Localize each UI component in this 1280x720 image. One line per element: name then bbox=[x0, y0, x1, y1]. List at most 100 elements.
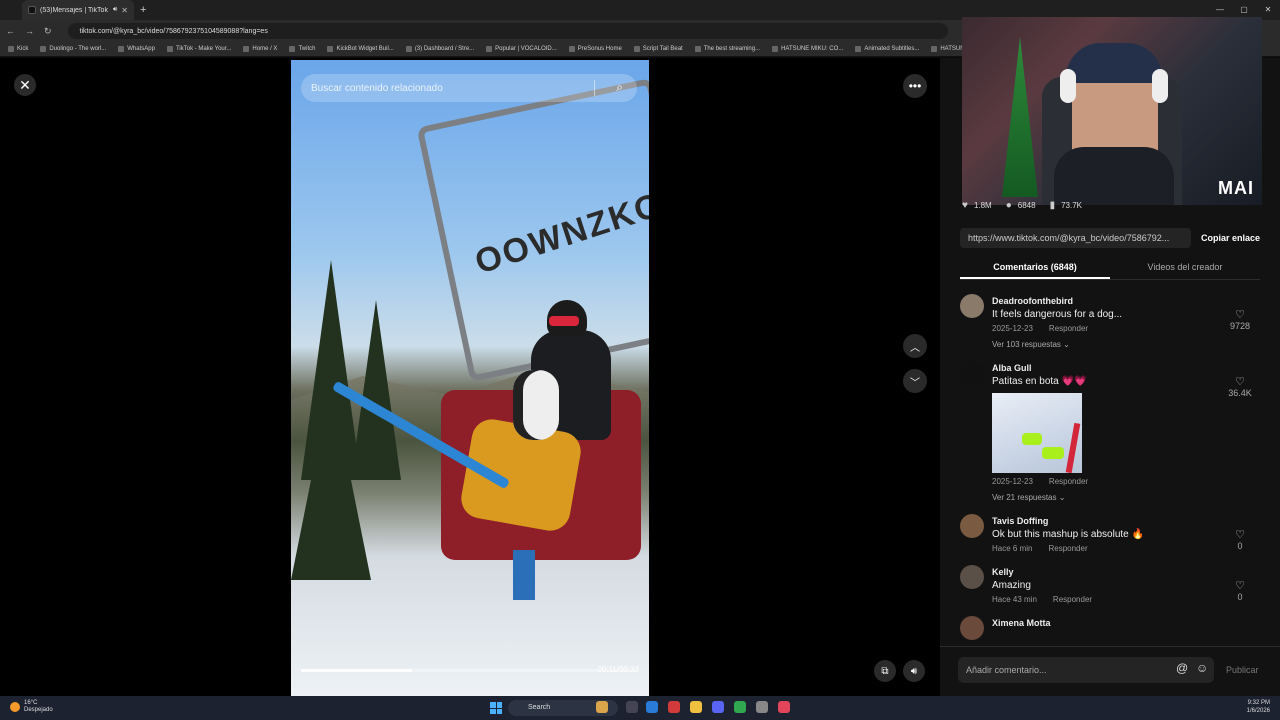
system-clock[interactable]: 9:32 PM 1/6/2026 bbox=[1247, 699, 1270, 715]
bookmark-icon bbox=[694, 46, 701, 52]
music-app-icon[interactable] bbox=[778, 701, 790, 713]
bookmark-item[interactable]: PreSonus Home bbox=[568, 46, 622, 52]
bookmark-item[interactable]: HATSUNE MIKU: CO... bbox=[772, 46, 843, 52]
weather-desc: Despejado bbox=[24, 707, 53, 713]
bookmark-item[interactable]: KickBot Widget Buil... bbox=[327, 46, 394, 52]
video-progress-bar[interactable] bbox=[301, 669, 637, 672]
bookmark-item[interactable]: Duolingo - The worl... bbox=[40, 46, 106, 52]
comment-composer: Añadir comentario... @ ☺ Publicar bbox=[940, 646, 1280, 694]
more-options-button[interactable]: ••• bbox=[903, 74, 927, 98]
search-icon[interactable]: ⌕ bbox=[616, 80, 623, 95]
related-search-input[interactable]: Buscar contenido relacionado ⌕ bbox=[301, 74, 637, 102]
comment-like[interactable]: ♡ 0 bbox=[1220, 528, 1260, 551]
reply-button[interactable]: Responder bbox=[1053, 595, 1092, 604]
bookmark-item[interactable]: Twitch bbox=[289, 46, 315, 52]
image-boot bbox=[1042, 447, 1064, 459]
tab-creator-videos[interactable]: Videos del creador bbox=[1110, 256, 1260, 279]
discord-icon[interactable] bbox=[712, 701, 724, 713]
view-replies-button[interactable]: Ver 21 respuestas ⌄ bbox=[992, 493, 1268, 502]
like-stat[interactable]: ♥ 1.8M bbox=[962, 200, 992, 211]
browser-tab[interactable]: (53)Mensajes | TikTok 🔊︎ ✕ bbox=[22, 0, 134, 20]
volume-button[interactable]: 🔊︎ bbox=[903, 660, 925, 682]
heart-outline-icon: ♡ bbox=[1235, 580, 1245, 592]
comment-username[interactable]: Ximena Motta bbox=[992, 612, 1268, 628]
app-icon[interactable] bbox=[646, 701, 658, 713]
heart-outline-icon: ♡ bbox=[1235, 376, 1245, 388]
comment-date: 2025-12-23 bbox=[992, 324, 1033, 333]
view-replies-button[interactable]: Ver 103 respuestas ⌄ bbox=[992, 340, 1268, 349]
comment-username[interactable]: Kelly bbox=[992, 561, 1268, 577]
avatar[interactable] bbox=[960, 565, 984, 589]
close-video-button[interactable]: ✕ bbox=[14, 74, 36, 96]
share-link-row: https://www.tiktok.com/@kyra_bc/video/75… bbox=[960, 228, 1260, 248]
mention-icon[interactable]: @ bbox=[1176, 661, 1188, 675]
bookmark-item[interactable]: Home / X bbox=[243, 46, 277, 52]
app-icon[interactable] bbox=[756, 701, 768, 713]
comment-username[interactable]: Alba Gull bbox=[992, 357, 1268, 373]
webcam-shirt bbox=[1054, 147, 1174, 205]
tab-comments[interactable]: Comentarios (6848) bbox=[960, 256, 1110, 279]
comment-like[interactable]: ♡ 9728 bbox=[1220, 308, 1260, 331]
new-tab-button[interactable]: + bbox=[140, 4, 146, 16]
chevron-down-icon: ⌄ bbox=[1058, 493, 1066, 502]
reload-icon[interactable]: ↻ bbox=[44, 26, 52, 37]
app-icon[interactable] bbox=[668, 701, 680, 713]
weather-widget[interactable]: 16°C Despejado bbox=[10, 700, 53, 714]
comment-like[interactable]: ♡ 36.4K bbox=[1220, 375, 1260, 398]
bookmark-item[interactable]: Script Tail Beat bbox=[633, 46, 683, 52]
sun-icon bbox=[10, 702, 20, 712]
bookmark-item[interactable]: Popular | VOCALOID... bbox=[486, 46, 557, 52]
reply-button[interactable]: Responder bbox=[1048, 544, 1087, 553]
reply-button[interactable]: Responder bbox=[1049, 324, 1088, 333]
bookmark-icon bbox=[405, 46, 412, 52]
comment-image[interactable] bbox=[992, 393, 1082, 473]
forward-icon[interactable]: → bbox=[25, 26, 34, 36]
bookmark-icon: ▮ bbox=[1049, 200, 1056, 211]
bookmark-item[interactable]: Animated Subtitles... bbox=[855, 46, 919, 52]
ellipsis-icon: ••• bbox=[908, 79, 922, 93]
comment-stat[interactable]: ● 6848 bbox=[1006, 200, 1036, 211]
video-player[interactable]: OOWNZKOO Buscar contenido relacionado ⌕ … bbox=[291, 60, 649, 696]
bookmark-item[interactable]: (3) Dashboard / Stre... bbox=[405, 46, 474, 52]
speaker-icon[interactable]: 🔊︎ bbox=[113, 6, 117, 14]
image-boot bbox=[1022, 433, 1042, 445]
app-icon[interactable] bbox=[596, 701, 608, 713]
emoji-icon[interactable]: ☺ bbox=[1196, 661, 1208, 675]
start-button[interactable] bbox=[490, 702, 502, 714]
url-field[interactable]: tiktok.com/@kyra_bc/video/75867923751045… bbox=[67, 23, 948, 39]
next-video-button[interactable]: ﹀ bbox=[903, 369, 927, 393]
webcam-overlay: MAI bbox=[962, 17, 1262, 205]
floating-player-button[interactable]: ⧉ bbox=[874, 660, 896, 682]
close-tab-icon[interactable]: ✕ bbox=[121, 6, 128, 15]
file-explorer-icon[interactable] bbox=[690, 701, 702, 713]
copy-link-button[interactable]: Copiar enlace bbox=[1191, 233, 1260, 243]
webcam-christmas-tree bbox=[1002, 37, 1038, 197]
bookmark-item[interactable]: Kick bbox=[8, 46, 28, 52]
reply-button[interactable]: Responder bbox=[1049, 477, 1088, 486]
back-icon[interactable]: ← bbox=[6, 26, 15, 36]
comment-username[interactable]: Tavis Doffing bbox=[992, 510, 1268, 526]
post-button[interactable]: Publicar bbox=[1226, 665, 1259, 675]
task-view-icon[interactable] bbox=[626, 701, 638, 713]
bookmark-icon bbox=[8, 46, 14, 52]
bookmark-item[interactable]: The best streaming... bbox=[694, 46, 760, 52]
avatar[interactable] bbox=[960, 514, 984, 538]
tab-title: (53)Mensajes | TikTok bbox=[40, 6, 108, 14]
comments-list[interactable]: Deadroofonthebird It feels dangerous for… bbox=[958, 290, 1268, 642]
comment-like[interactable]: ♡ 0 bbox=[1220, 579, 1260, 602]
chrome-icon[interactable] bbox=[734, 701, 746, 713]
weather-temp: 16°C bbox=[24, 700, 38, 706]
save-stat[interactable]: ▮ 73.7K bbox=[1050, 200, 1082, 211]
avatar[interactable] bbox=[960, 361, 984, 385]
bookmark-item[interactable]: WhatsApp bbox=[118, 46, 155, 52]
bookmark-icon bbox=[568, 46, 575, 52]
bookmark-item[interactable]: TikTok - Make Your... bbox=[166, 46, 231, 52]
chevron-down-icon: ⌄ bbox=[1063, 340, 1070, 349]
previous-video-button[interactable]: ︿ bbox=[903, 334, 927, 358]
share-link-field[interactable]: https://www.tiktok.com/@kyra_bc/video/75… bbox=[960, 228, 1191, 248]
avatar[interactable] bbox=[960, 294, 984, 318]
comment-username[interactable]: Deadroofonthebird bbox=[992, 290, 1268, 306]
avatar[interactable] bbox=[960, 616, 984, 640]
video-progress-fill bbox=[301, 669, 412, 672]
heart-outline-icon: ♡ bbox=[1235, 309, 1245, 321]
